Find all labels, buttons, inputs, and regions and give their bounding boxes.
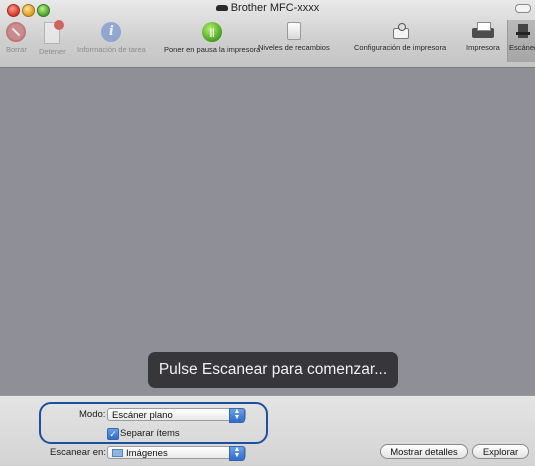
supply-levels-button[interactable]: Niveles de recambios	[258, 22, 330, 52]
pause-printer-button[interactable]: || Poner en pausa la impresora	[164, 22, 260, 54]
folder-icon	[112, 449, 123, 457]
scan-to-popup[interactable]: Imágenes ▲ ▼	[107, 446, 246, 461]
window-title: Brother MFC-xxxx	[0, 2, 535, 14]
toolbar: Brother MFC-xxxx Borrar Detener i Inform…	[0, 0, 535, 68]
ink-cartridge-icon	[286, 22, 301, 40]
printer-settings-button[interactable]: Configuración de impresora	[354, 22, 446, 52]
scan-button[interactable]: Explorar	[472, 444, 529, 459]
pause-icon: ||	[202, 22, 223, 42]
mode-popup[interactable]: Escáner plano ▲ ▼	[107, 408, 246, 423]
info-icon: i	[101, 22, 122, 42]
separate-items-checkbox[interactable]: ✓	[107, 428, 119, 440]
stop-icon	[44, 20, 65, 44]
show-details-button[interactable]: Mostrar detalles	[380, 444, 468, 459]
separate-items-label: Separar ítems	[120, 428, 180, 439]
scan-to-label: Escanear en:	[50, 447, 106, 458]
printer-icon	[471, 22, 494, 40]
popup-arrows-icon: ▲ ▼	[229, 446, 245, 461]
scanner-window: Brother MFC-xxxx Borrar Detener i Inform…	[0, 0, 535, 466]
job-info-button[interactable]: i Información de tarea	[77, 22, 146, 54]
mode-label: Modo:	[79, 409, 106, 420]
delete-icon	[6, 22, 27, 42]
printer-tab[interactable]: Impresora	[466, 22, 500, 52]
stop-button[interactable]: Detener	[39, 20, 66, 56]
printer-icon	[215, 5, 228, 12]
scanner-icon	[515, 22, 530, 40]
scan-preview-area[interactable]	[0, 68, 535, 395]
delete-button[interactable]: Borrar	[6, 22, 27, 54]
printer-settings-icon	[390, 22, 410, 40]
scan-prompt-hud: Pulse Escanear para comenzar...	[148, 352, 398, 388]
popup-arrows-icon: ▲ ▼	[229, 408, 245, 423]
scanner-tab[interactable]: Escáner	[509, 22, 535, 52]
